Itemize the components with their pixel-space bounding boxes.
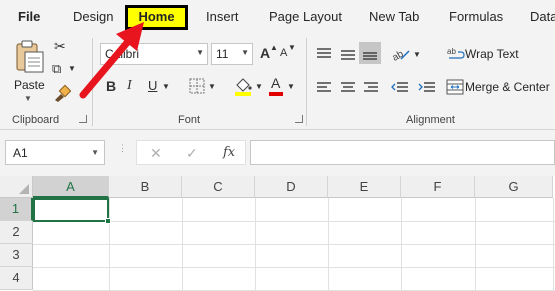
paste-icon — [16, 40, 44, 73]
font-size-value: 11 — [216, 47, 229, 61]
paste-button[interactable]: Paste ▼ — [10, 38, 48, 104]
clipboard-group-label: Clipboard — [12, 114, 60, 126]
wrap-text-icon: ab — [447, 47, 465, 59]
font-group-label: Font — [178, 114, 201, 126]
chevron-down-icon[interactable]: ▼ — [162, 83, 170, 91]
svg-text:ab: ab — [447, 47, 456, 56]
row-header-2[interactable]: 2 — [0, 221, 33, 244]
font-name-value: Calibri — [105, 47, 140, 61]
underline-button[interactable]: U — [148, 79, 157, 92]
formula-bar-grip-icon[interactable]: ⋮ — [118, 144, 127, 153]
grow-font-caret-icon: ▲ — [270, 43, 278, 52]
fill-color-icon[interactable] — [233, 76, 253, 96]
chevron-down-icon: ▼ — [24, 94, 32, 103]
shrink-font-caret-icon: ▼ — [288, 43, 296, 52]
select-all-button[interactable] — [0, 176, 33, 198]
align-middle-icon[interactable] — [340, 47, 356, 61]
font-color-swatch — [269, 92, 283, 96]
wrap-text-button[interactable]: ab Wrap Text — [443, 44, 543, 64]
font-color-button[interactable]: A — [271, 76, 280, 90]
orientation-icon[interactable]: ab — [391, 45, 411, 61]
cut-icon[interactable]: ✂ — [54, 39, 66, 53]
clipboard-launcher-icon[interactable] — [79, 115, 87, 123]
column-header-a[interactable]: A — [33, 176, 109, 198]
gridline — [33, 221, 555, 222]
row-header-4[interactable]: 4 — [0, 267, 33, 290]
tab-data[interactable]: Data — [530, 9, 555, 24]
column-header-e[interactable]: E — [328, 176, 401, 198]
chevron-down-icon: ▼ — [91, 148, 99, 157]
wrap-text-label: Wrap Text — [465, 47, 519, 61]
chevron-down-icon: ▼ — [241, 48, 249, 57]
column-header-b[interactable]: B — [109, 176, 182, 198]
font-size-combo[interactable]: 11 ▼ — [211, 43, 253, 65]
ribbon-tab-bar: File Design Home Insert Page Layout New … — [0, 0, 555, 34]
formula-bar: A1 ▼ ⋮ ✕ ✓ fx — [0, 130, 555, 176]
tab-file[interactable]: File — [18, 9, 40, 24]
shrink-font-button[interactable]: A — [280, 48, 287, 59]
column-header-g[interactable]: G — [475, 176, 553, 198]
merge-center-icon — [446, 79, 464, 95]
gridline — [33, 267, 555, 268]
bold-button[interactable]: B — [106, 79, 116, 93]
cancel-icon[interactable]: ✕ — [150, 145, 162, 162]
tab-design[interactable]: Design — [73, 9, 113, 24]
merge-center-label: Merge & Center — [465, 80, 550, 94]
format-painter-icon[interactable] — [53, 84, 71, 102]
tab-new-tab[interactable]: New Tab — [369, 9, 419, 24]
align-right-icon[interactable] — [363, 81, 379, 95]
enter-icon[interactable]: ✓ — [186, 145, 198, 162]
align-bottom-button[interactable] — [359, 42, 381, 64]
tab-formulas[interactable]: Formulas — [449, 9, 503, 24]
font-launcher-icon[interactable] — [295, 115, 303, 123]
chevron-down-icon: ▼ — [196, 48, 204, 57]
chevron-down-icon[interactable]: ▼ — [68, 65, 76, 73]
fill-handle[interactable] — [105, 218, 111, 224]
chevron-down-icon[interactable]: ▼ — [208, 83, 216, 91]
font-name-combo[interactable]: Calibri ▼ — [100, 43, 208, 65]
chevron-down-icon[interactable]: ▼ — [413, 51, 421, 59]
row-header-3[interactable]: 3 — [0, 244, 33, 267]
formula-buttons: ✕ ✓ fx — [136, 140, 246, 165]
align-center-icon[interactable] — [340, 81, 356, 95]
increase-indent-icon[interactable] — [418, 81, 436, 95]
paste-label: Paste — [14, 78, 45, 92]
tab-home[interactable]: Home — [125, 5, 188, 30]
name-box[interactable]: A1 ▼ — [5, 140, 105, 165]
insert-function-icon[interactable]: fx — [223, 145, 235, 160]
group-divider — [92, 38, 93, 126]
copy-icon[interactable]: ⧉ — [52, 62, 61, 75]
column-header-c[interactable]: C — [182, 176, 255, 198]
group-divider — [306, 38, 307, 126]
gridline — [33, 244, 555, 245]
grow-font-button[interactable]: A — [260, 46, 270, 60]
formula-input[interactable] — [250, 140, 555, 165]
select-all-triangle-icon — [19, 184, 29, 194]
borders-icon[interactable] — [189, 78, 205, 94]
worksheet-grid[interactable]: A B C D E F G 1 2 3 4 — [0, 176, 555, 291]
italic-button[interactable]: I — [127, 79, 132, 93]
tab-insert[interactable]: Insert — [206, 9, 239, 24]
row-header-1[interactable]: 1 — [0, 198, 33, 221]
column-header-f[interactable]: F — [401, 176, 475, 198]
decrease-indent-icon[interactable] — [391, 81, 409, 95]
active-cell-a1[interactable] — [33, 198, 111, 224]
align-bottom-icon — [363, 52, 377, 60]
name-box-value: A1 — [13, 146, 28, 160]
alignment-group-label: Alignment — [406, 114, 455, 126]
tab-page-layout[interactable]: Page Layout — [269, 9, 342, 24]
chevron-down-icon[interactable]: ▼ — [287, 83, 295, 91]
align-left-icon[interactable] — [316, 81, 332, 95]
ribbon-home: Paste ▼ ✂ ⧉ ▼ Clipboard Calibri ▼ 11 ▼ A… — [0, 34, 555, 130]
merge-center-button[interactable]: Merge & Center — [443, 77, 555, 97]
align-top-icon[interactable] — [316, 47, 332, 61]
column-header-d[interactable]: D — [255, 176, 328, 198]
svg-text:ab: ab — [391, 48, 406, 61]
chevron-down-icon[interactable]: ▼ — [255, 83, 263, 91]
